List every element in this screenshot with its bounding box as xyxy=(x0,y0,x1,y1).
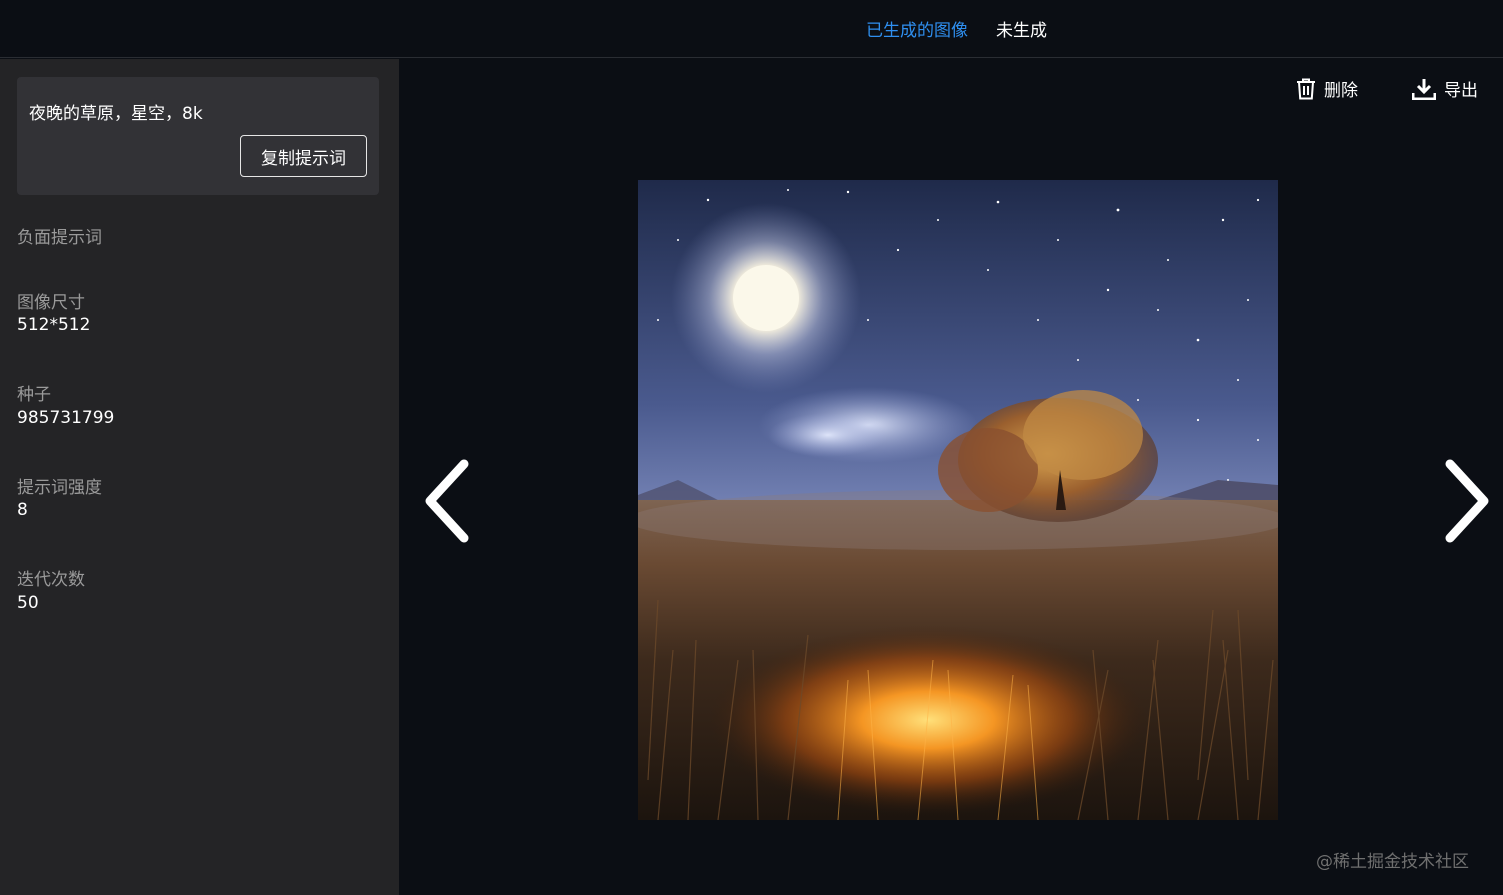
chevron-right-icon[interactable] xyxy=(1440,458,1496,544)
export-button[interactable]: 导出 xyxy=(1412,76,1478,101)
image-size-label: 图像尺寸 xyxy=(17,293,85,313)
prompt-strength-label: 提示词强度 xyxy=(17,478,102,498)
delete-button[interactable]: 删除 xyxy=(1296,76,1358,101)
seed-label: 种子 xyxy=(17,385,51,405)
sidebar: 夜晚的草原，星空，8k 复制提示词 负面提示词 图像尺寸 512*512 种子 … xyxy=(0,59,399,895)
top-bar: 已生成的图像 未生成 xyxy=(0,0,1503,58)
prompt-card: 夜晚的草原，星空，8k 复制提示词 xyxy=(17,77,379,195)
copy-prompt-button[interactable]: 复制提示词 xyxy=(240,135,367,177)
image-size-value: 512*512 xyxy=(17,315,91,335)
prompt-text: 夜晚的草原，星空，8k xyxy=(29,104,203,124)
negative-prompt-label: 负面提示词 xyxy=(17,228,102,248)
tab-not-generated[interactable]: 未生成 xyxy=(996,16,1047,41)
trash-icon xyxy=(1297,78,1315,99)
generated-image-preview xyxy=(638,180,1278,820)
iterations-label: 迭代次数 xyxy=(17,570,85,590)
export-label: 导出 xyxy=(1444,81,1478,101)
watermark: @稀土掘金技术社区 xyxy=(1316,852,1469,872)
chevron-left-icon[interactable] xyxy=(420,458,476,544)
iterations-value: 50 xyxy=(17,593,39,613)
delete-label: 删除 xyxy=(1324,81,1358,101)
seed-value: 985731799 xyxy=(17,408,115,428)
prompt-strength-value: 8 xyxy=(17,500,28,520)
tab-generated-images[interactable]: 已生成的图像 xyxy=(866,16,968,41)
download-icon xyxy=(1412,78,1436,100)
